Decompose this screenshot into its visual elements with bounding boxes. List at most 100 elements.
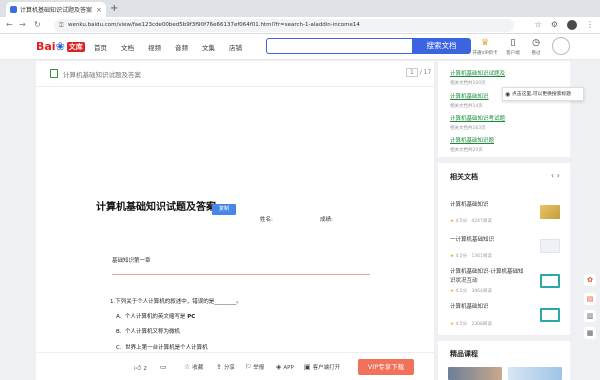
comment-icon: ▭	[160, 363, 167, 371]
related-link[interactable]: 计算机基础知识	[450, 92, 489, 100]
extension-icon[interactable]: ⚙	[551, 20, 558, 33]
clock-icon: ◷	[532, 38, 540, 48]
course-thumbnail[interactable]	[508, 367, 562, 380]
client-open-label: 客户端打开	[312, 365, 341, 371]
history-label: 看过	[531, 51, 541, 56]
comment-button[interactable]: ▭	[160, 363, 169, 371]
reload-icon[interactable]: ↻	[34, 20, 41, 30]
doc-header: 计算机基础知识试题及答案 1 / 17	[36, 61, 434, 87]
nav-stores[interactable]: 店铺	[229, 42, 242, 52]
nav-docs[interactable]: 文档	[121, 42, 134, 52]
like-button[interactable]: 👍︎ 2	[134, 363, 147, 372]
avatar[interactable]	[552, 37, 570, 55]
related-doc-title[interactable]: 计算机基础知识	[450, 200, 489, 208]
share-icon: ⇪	[216, 363, 222, 371]
thumb-up-icon: 👍︎	[134, 364, 142, 372]
vip-card-button[interactable]: ♛ 开通VIP新卡	[470, 38, 500, 56]
related-doc-title-line2[interactable]: 识状况互动	[450, 276, 478, 284]
related-link-meta: 相关文档共14页	[450, 104, 483, 109]
share-button[interactable]: ⇪ 分享	[216, 363, 235, 371]
related-doc-title[interactable]: 一计算机基础知识	[450, 235, 494, 243]
back-icon[interactable]: ←	[6, 20, 13, 30]
browser-tab[interactable]: 计算机基础知识试题及答案 - 百 ×	[6, 2, 106, 17]
doc-score: 4.5分	[455, 322, 468, 327]
new-tab-button[interactable]: +	[110, 3, 118, 15]
doc-thumbnail[interactable]	[540, 205, 560, 219]
option-b: B. 个人计算机又称为微机	[116, 327, 180, 335]
doc-reads: 2308阅读	[471, 322, 492, 327]
document-viewer: 计算机基础知识试题及答案 1 / 17 计算机基础知识试题及答案 复制 姓名: …	[36, 61, 434, 380]
page-title: 计算机基础知识试题及答案	[96, 202, 216, 213]
app-label: APP	[283, 365, 294, 371]
monitor-icon: ▣	[304, 363, 311, 371]
report-label: 举报	[253, 365, 265, 371]
related-doc-meta: ★ 4.5分 4247阅读	[450, 218, 492, 224]
related-doc-meta: ★ 4.5分 3064阅读	[450, 288, 492, 294]
address-bar-row: ← → ↻ ⚿ wenku.baidu.com/view/fae123cde00…	[0, 17, 600, 34]
related-link[interactable]: 计算机基础知识考试题	[450, 114, 505, 122]
change-title-tooltip: ◉ 点击这里,可以更换搜索标题	[502, 87, 584, 101]
history-button[interactable]: ◷ 看过	[521, 38, 551, 56]
app-button[interactable]: ◈ APP	[276, 363, 294, 371]
url-text: wenku.baidu.com/view/fae123cde00bed5b9f3…	[68, 22, 360, 28]
url-input[interactable]: ⚿ wenku.baidu.com/view/fae123cde00bed5b9…	[54, 19, 514, 32]
related-link[interactable]: 计算机基础知识题	[450, 136, 494, 144]
star-icon: ★	[450, 289, 455, 294]
star-icon: ★	[450, 219, 455, 224]
doc-score: 4.5分	[455, 219, 468, 224]
doc-thumbnail[interactable]	[540, 308, 560, 322]
related-doc-title[interactable]: 计算机基础知识-计算机基础知	[450, 267, 524, 275]
option-text: 个人计算机的英文缩写是	[124, 314, 186, 320]
nav-audio[interactable]: 音频	[175, 42, 188, 52]
page-indicator[interactable]: 1 / 17	[406, 68, 431, 77]
report-button[interactable]: ⚐ 举报	[245, 363, 264, 371]
report-icon: ⚐	[245, 363, 252, 371]
profile-icon[interactable]	[567, 20, 577, 33]
question-text: 1.下列关于个人计算机的叙述中，错误的是________。	[110, 299, 242, 305]
doc-reads: 4247阅读	[471, 219, 492, 224]
nav-collections[interactable]: 文集	[202, 42, 215, 52]
option-a: A. 个人计算机的英文缩写是 PC	[116, 312, 195, 320]
carousel-arrows[interactable]: ‹ ›	[551, 171, 560, 180]
forward-icon[interactable]: →	[19, 20, 26, 30]
related-link-meta: 相关文档共20页	[450, 148, 483, 153]
star-icon[interactable]: ☆	[535, 20, 542, 33]
search-button[interactable]: 搜索文档	[412, 38, 471, 54]
site-header: Bai❀ 文库 首页 文档 视频 音频 文集 店铺 搜索文档 ♛ 开通VIP新卡 …	[0, 34, 600, 60]
option-letter: C.	[116, 345, 122, 351]
feedback-icon[interactable]: ▥	[584, 310, 596, 322]
option-bold: PC	[187, 314, 196, 320]
related-link-meta: 相关文档共100页	[450, 81, 486, 86]
close-tab-icon[interactable]: ×	[96, 6, 102, 14]
name-field-label: 姓名:	[260, 217, 273, 223]
menu-icon[interactable]: ⋮	[586, 20, 594, 33]
page-current[interactable]: 1	[406, 68, 418, 77]
share-label: 分享	[223, 365, 235, 371]
nav-video[interactable]: 视频	[148, 42, 161, 52]
app-icon: ◈	[276, 363, 282, 371]
tooltip-text: 点击这里,可以更换搜索标题	[512, 92, 572, 97]
related-link[interactable]: 计算机基础知识试题及	[450, 69, 505, 77]
copy-button[interactable]: 复制	[212, 204, 236, 215]
course-title: 精品课程	[450, 350, 478, 358]
doc-file-icon	[50, 69, 58, 78]
favicon-icon	[10, 6, 17, 13]
collect-button[interactable]: ☆ 收藏	[184, 363, 203, 371]
doc-thumbnail[interactable]	[540, 274, 560, 288]
eye-icon: ◉	[505, 91, 511, 98]
search-input[interactable]	[266, 38, 412, 54]
gift-icon[interactable]: ✿	[584, 274, 596, 286]
score-field-label: 成绩:	[320, 217, 333, 223]
client-open-button[interactable]: ▣ 客户端打开	[304, 363, 340, 371]
coupon-icon[interactable]: ▤	[584, 293, 596, 305]
browser-actions: ☆ ⚙ ⋮	[535, 20, 594, 33]
nav-home[interactable]: 首页	[94, 42, 107, 52]
top-nav: 首页 文档 视频 音频 文集 店铺	[94, 42, 242, 52]
back-to-top-icon[interactable]: ▦	[584, 327, 596, 339]
course-thumbnail[interactable]	[448, 367, 502, 380]
doc-reads: 1361阅读	[471, 254, 492, 259]
baidu-wenku-logo[interactable]: Bai❀ 文库	[36, 40, 85, 54]
vip-download-button[interactable]: VIP专享下载	[358, 359, 414, 375]
doc-thumbnail[interactable]	[540, 239, 560, 253]
related-doc-title[interactable]: 计算机基础知识	[450, 302, 489, 310]
